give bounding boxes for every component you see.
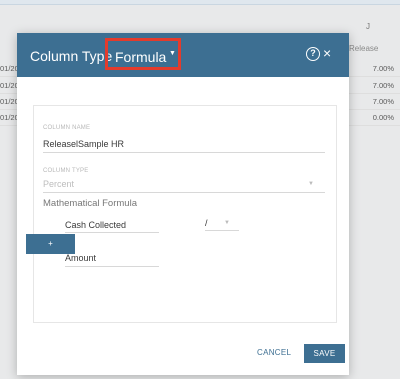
row-date: 01/20 xyxy=(0,81,19,90)
column-name-underline xyxy=(43,152,325,153)
caret-down-icon: ▼ xyxy=(169,50,176,57)
background-top-bar xyxy=(0,0,400,5)
column-type-select[interactable]: Percent xyxy=(43,179,74,189)
row-date: 01/20 xyxy=(0,64,19,73)
formula-operator-select[interactable]: / xyxy=(205,218,208,228)
column-type-dialog: Column Type Formula ▼ ? × COLUMN NAME Re… xyxy=(17,33,349,375)
row-value: 0.00% xyxy=(372,113,394,122)
chevron-down-icon: ▼ xyxy=(224,220,230,226)
save-button[interactable]: SAVE xyxy=(304,344,345,363)
formula-operand-2[interactable]: Amount xyxy=(65,253,96,263)
column-name-label: COLUMN NAME xyxy=(43,125,91,131)
formula-section-title: Mathematical Formula xyxy=(43,198,137,209)
add-operand-button[interactable]: + xyxy=(26,234,75,254)
column-type-dropdown[interactable]: Formula ▼ xyxy=(105,38,181,70)
row-date: 01/20 xyxy=(0,113,19,122)
chevron-down-icon: ▼ xyxy=(308,181,314,187)
operand-2-underline xyxy=(65,266,159,267)
formula-operand-1[interactable]: Cash Collected xyxy=(65,220,126,230)
column-name-input[interactable]: ReleaselSample HR xyxy=(43,139,124,149)
column-type-underline xyxy=(43,192,325,193)
dialog-title: Column Type xyxy=(30,48,113,64)
column-letter-j: J xyxy=(366,22,370,31)
help-icon[interactable]: ? xyxy=(306,47,320,61)
row-date: 01/20 xyxy=(0,97,19,106)
close-icon[interactable]: × xyxy=(323,46,331,60)
operand-1-underline xyxy=(65,232,159,233)
column-type-value: Formula xyxy=(115,49,167,65)
column-type-label: COLUMN TYPE xyxy=(43,168,89,174)
formula-card: COLUMN NAME ReleaselSample HR COLUMN TYP… xyxy=(33,105,337,323)
row-value: 7.00% xyxy=(372,81,394,90)
dialog-header: Column Type Formula ▼ ? × xyxy=(17,33,349,77)
column-header-release: Release xyxy=(349,44,379,53)
row-value: 7.00% xyxy=(372,64,394,73)
cancel-button[interactable]: CANCEL xyxy=(257,348,291,357)
operator-underline xyxy=(205,230,239,231)
row-value: 7.00% xyxy=(372,97,394,106)
